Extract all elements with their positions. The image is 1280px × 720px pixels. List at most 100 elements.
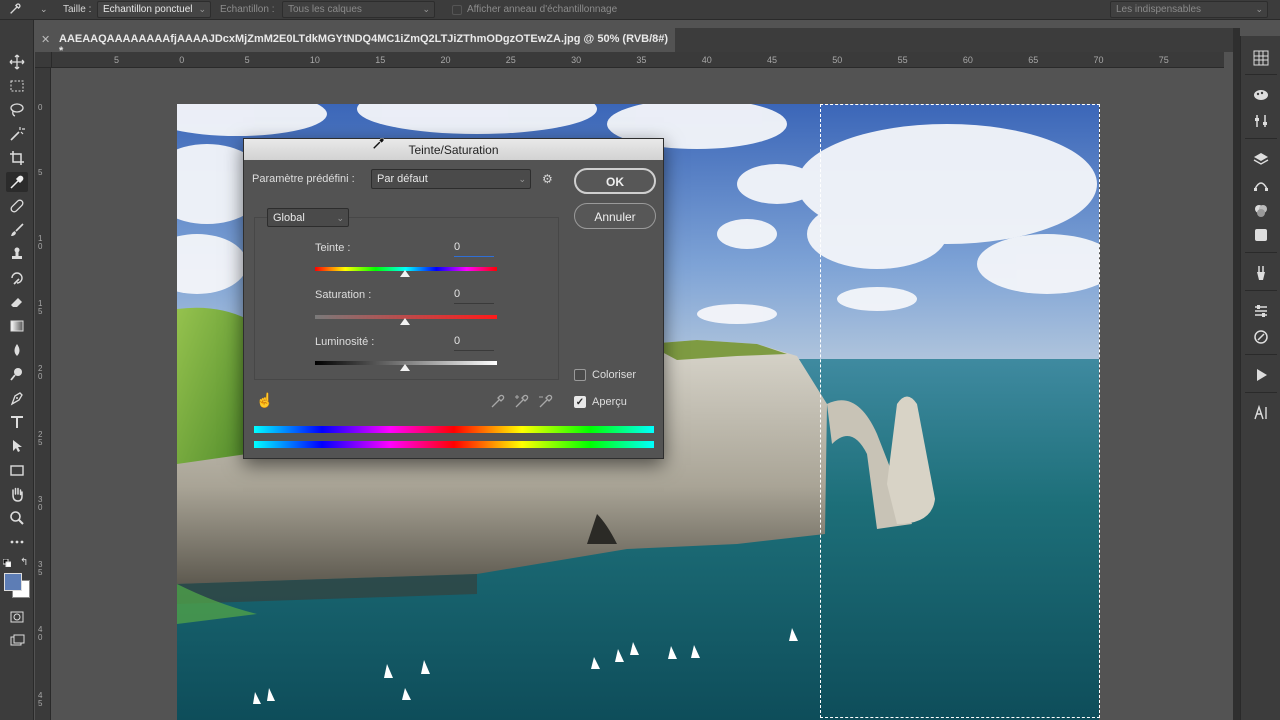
chevron-down-icon: ⌄ [422,4,430,14]
show-ring-checkbox[interactable] [452,5,462,15]
hue-slider-thumb[interactable] [400,270,410,277]
chevron-down-icon: ⌄ [1255,4,1263,14]
targeted-adjustment-hand-icon[interactable]: ☝ [256,392,273,409]
eyedropper-cursor-icon [372,136,386,153]
saturation-input[interactable]: 0 [454,288,494,304]
lightness-label: Luminosité : [315,336,375,348]
quick-mask-icon[interactable] [6,607,28,627]
ruler-tick-label: 15 [375,55,386,65]
selection-marquee[interactable] [820,104,1100,718]
dodge-icon[interactable] [6,364,28,384]
ruler-tick-label: 2 5 [38,429,43,447]
screen-mode-icon[interactable] [6,631,28,651]
type-icon[interactable] [6,412,28,432]
properties-icon[interactable] [1252,302,1270,320]
channels-icon[interactable] [1252,202,1270,220]
eyedropper-tool-preset-icon[interactable] [8,2,22,19]
blur-icon[interactable] [6,340,28,360]
paths-icon[interactable] [1252,176,1270,194]
ruler-tick-label: 25 [505,55,516,65]
adjustments-icon[interactable] [1252,112,1270,130]
move-icon[interactable] [6,52,28,72]
lasso-icon[interactable] [6,100,28,120]
ruler-tick-label: 5 [244,55,250,65]
ruler-tick-label: 50 [832,55,843,65]
ruler-tick-label: 1 0 [38,233,43,251]
marquee-icon[interactable] [6,76,28,96]
path-select-icon[interactable] [6,436,28,456]
ruler-tick-label: 75 [1158,55,1169,65]
more-icon[interactable] [6,532,28,552]
ruler-corner [35,52,52,68]
eyedropper-icon[interactable] [490,393,508,411]
eyedropper-icon[interactable] [6,172,28,192]
add-eyedropper-icon[interactable] [514,393,532,411]
sample-label: Echantillon : [220,4,275,15]
sample-select[interactable]: Tous les calques ⌄ [282,1,435,18]
saturation-label: Saturation : [315,289,372,301]
crop-icon[interactable] [6,148,28,168]
preset-select[interactable]: Par défaut ⌄ [371,169,531,189]
ruler-tick-label: 30 [571,55,582,65]
ruler-tick-label: 65 [1028,55,1039,65]
lightness-slider-thumb[interactable] [400,364,410,371]
ruler-tick-label: 1 5 [38,298,43,316]
chevron-down-icon: ⌄ [518,174,526,184]
hand-icon[interactable] [6,484,28,504]
pen-icon[interactable] [6,388,28,408]
ruler-tick-label: 55 [897,55,908,65]
chevron-down-icon: ⌄ [336,213,344,223]
hue-input[interactable]: 0 [454,241,494,257]
ruler-tick-label: 45 [767,55,778,65]
color-palette-icon[interactable] [1252,86,1270,104]
eraser-icon[interactable] [6,292,28,312]
close-icon[interactable]: ✕ [41,33,50,46]
ruler-tick-label: 60 [962,55,973,65]
stamp-icon[interactable] [6,244,28,264]
ruler-tick-label: 2 0 [38,364,43,382]
brush-settings-icon[interactable] [1252,264,1270,282]
channel-select[interactable]: Global ⌄ [267,208,349,227]
character-icon[interactable] [1252,404,1270,422]
libraries-icon[interactable] [1252,226,1270,244]
ruler-tick-label: 5 [114,55,120,65]
rectangle-icon[interactable] [6,460,28,480]
zoom-icon[interactable] [6,508,28,528]
show-ring-label: Afficher anneau d'échantillonnage [467,4,618,15]
subtract-eyedropper-icon[interactable] [538,393,556,411]
hue-label: Teinte : [315,242,351,254]
default-colors-icon[interactable] [2,558,12,568]
healing-icon[interactable] [6,196,28,216]
grid-icon[interactable] [1252,49,1270,67]
navigator-icon[interactable] [1252,328,1270,346]
history-brush-icon[interactable] [6,268,28,288]
ok-button[interactable]: OK [574,168,656,194]
preview-checkbox[interactable]: ✓ [574,396,586,408]
colorize-checkbox[interactable] [574,369,586,381]
output-spectrum-bar [254,441,654,448]
gradient-icon[interactable] [6,316,28,336]
dialog-title[interactable]: Teinte/Saturation [244,139,663,160]
document-tab[interactable]: AAEAAQAAAAAAAAfjAAAAJDcxMjZmM2E0LTdkMGYt… [35,28,675,57]
gear-icon[interactable]: ⚙ [542,172,553,186]
horizontal-ruler: 5 0 5 10 15 20 25 30 35 40 45 50 55 60 65 70 75 [52,52,1224,68]
size-select[interactable]: Echantillon ponctuel ⌄ [97,1,211,18]
preset-label: Paramètre prédéfini : [252,173,355,185]
sample-select-value: Tous les calques [288,4,362,15]
foreground-color-swatch[interactable] [4,573,22,591]
document-tab-bar: AAEAAQAAAAAAAAfjAAAAJDcxMjZmM2E0LTdkMGYt… [35,28,1233,57]
workspace-select[interactable]: Les indispensables ⌄ [1110,1,1268,18]
layers-icon[interactable] [1252,150,1270,168]
vertical-ruler: 0 5 1 0 1 5 2 0 2 5 3 0 3 5 4 0 4 5 [35,68,51,720]
cancel-button[interactable]: Annuler [574,203,656,229]
brush-icon[interactable] [6,220,28,240]
actions-play-icon[interactable] [1252,366,1270,384]
ruler-tick-label: 10 [309,55,320,65]
swap-colors-icon[interactable]: ↰ [20,557,28,568]
saturation-slider-thumb[interactable] [400,318,410,325]
chevron-down-icon[interactable]: ⌄ [40,4,48,15]
lightness-input[interactable]: 0 [454,335,494,351]
ruler-tick-label: 35 [636,55,647,65]
ruler-tick-label: 0 [38,103,43,112]
magic-wand-icon[interactable] [6,124,28,144]
